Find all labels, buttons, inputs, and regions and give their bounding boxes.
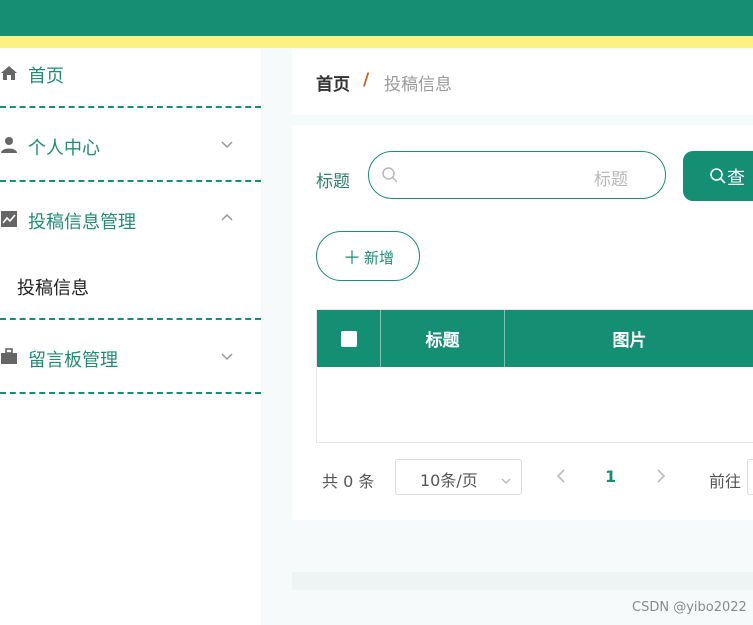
breadcrumb-current: 投稿信息 — [384, 75, 452, 95]
sidebar-item-home[interactable]: 首页 — [0, 60, 261, 87]
goto-page-input[interactable] — [747, 459, 753, 495]
search-icon — [709, 167, 727, 189]
column-header-title[interactable]: 标题 — [381, 310, 505, 367]
divider — [0, 106, 261, 108]
sidebar-item-label: 个人中心 — [28, 138, 100, 159]
column-header-image[interactable]: 图片 — [505, 310, 753, 367]
chevron-down-icon — [220, 350, 234, 364]
next-page-button[interactable] — [654, 468, 668, 488]
footer-strip — [292, 572, 753, 590]
search-input[interactable]: 标题 — [368, 151, 666, 199]
top-header-bar — [0, 0, 753, 36]
page-size-value: 10条/页 — [420, 471, 478, 490]
header-stripe — [0, 36, 753, 48]
chevron-up-icon — [220, 210, 234, 224]
sidebar-item-personal-center[interactable]: 个人中心 — [0, 132, 261, 159]
sidebar: 首页 个人中心 投稿信息管理 投稿信息 留言板管理 — [0, 48, 261, 625]
select-all-cell — [317, 310, 381, 367]
goto-label: 前往 — [709, 472, 742, 491]
data-table: 标题 图片 — [316, 309, 753, 443]
sidebar-subitem-label: 投稿信息 — [17, 278, 89, 299]
table-header: 标题 图片 — [317, 310, 753, 367]
sidebar-item-label: 投稿信息管理 — [28, 212, 136, 233]
home-icon — [0, 64, 18, 82]
sidebar-item-submission-management[interactable]: 投稿信息管理 — [0, 206, 261, 233]
add-button-label: 新增 — [364, 249, 395, 267]
divider — [0, 180, 261, 182]
query-button-label: 查 — [727, 168, 745, 189]
total-count: 共 0 条 — [322, 472, 375, 491]
chevron-down-icon — [220, 138, 234, 152]
select-all-checkbox[interactable] — [340, 330, 357, 347]
divider — [0, 392, 261, 394]
search-icon — [381, 166, 399, 188]
query-button[interactable]: 查 — [683, 151, 753, 201]
sidebar-item-message-board-management[interactable]: 留言板管理 — [0, 344, 261, 371]
user-icon — [0, 136, 18, 154]
page-number-current[interactable]: 1 — [605, 467, 616, 486]
search-placeholder: 标题 — [594, 170, 628, 190]
prev-page-button[interactable] — [554, 468, 568, 488]
plus-icon: ＋ — [343, 248, 361, 269]
divider — [0, 318, 261, 320]
search-label: 标题 — [316, 172, 350, 192]
add-button[interactable]: ＋ 新增 — [316, 231, 420, 281]
chart-icon — [0, 210, 18, 228]
sidebar-subitem-submission-info[interactable]: 投稿信息 — [0, 262, 261, 310]
pagination: 共 0 条 10条/页 1 前往 — [316, 459, 753, 499]
sidebar-item-label: 留言板管理 — [28, 350, 118, 371]
sidebar-item-label: 首页 — [28, 66, 64, 87]
page-size-select[interactable]: 10条/页 — [395, 459, 522, 495]
watermark: CSDN @yibo2022 — [632, 600, 747, 615]
chevron-down-icon — [500, 472, 512, 491]
breadcrumb-separator: / — [363, 70, 370, 90]
briefcase-icon — [0, 348, 18, 366]
breadcrumb-home[interactable]: 首页 — [316, 70, 350, 95]
breadcrumb: 首页 / 投稿信息 — [292, 50, 753, 115]
content-panel: 标题 标题 查 ＋ 新增 标题 图片 共 0 条 10条/页 1 前往 — [292, 125, 753, 520]
